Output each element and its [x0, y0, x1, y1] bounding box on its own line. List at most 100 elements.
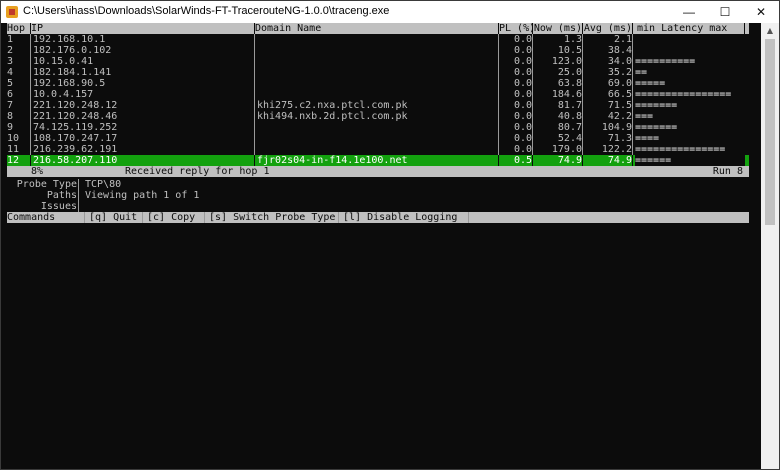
table-row[interactable]: 2 182.176.0.102 0.0 10.5 38.4 [7, 45, 749, 56]
cell-bar: ======= [635, 122, 678, 133]
commands-label: Commands [7, 212, 85, 223]
scrollbar-thumb[interactable] [765, 39, 775, 225]
cell-pl: 0.0 [499, 45, 533, 56]
cell-avg: 38.4 [583, 45, 633, 56]
cell-now: 52.4 [533, 133, 583, 144]
header-avg: Avg (ms) [583, 23, 633, 34]
cell-bar: ================ [635, 89, 732, 100]
cell-bar: ========== [635, 56, 696, 67]
switch-probe-command[interactable]: [s] Switch Probe Type [205, 212, 339, 223]
maximize-button[interactable]: ☐ [707, 1, 743, 23]
cell-pl: 0.0 [499, 100, 533, 111]
quit-command[interactable]: [q] Quit [85, 212, 143, 223]
table-row-selected[interactable]: 12 216.58.207.110 fjr02s04-in-f14.1e100.… [7, 155, 749, 166]
cell-ip: 192.168.10.1 [31, 34, 255, 45]
info-issues: Issues [7, 201, 749, 212]
cell-ip: 10.15.0.41 [31, 56, 255, 67]
cell-domain: fjr02s04-in-f14.1e100.net [255, 155, 499, 166]
cell-now: 74.9 [533, 155, 583, 166]
cell-bar: ======= [635, 100, 678, 111]
cell-now: 184.6 [533, 89, 583, 100]
info-divider [77, 179, 79, 190]
cell-pl: 0.0 [499, 111, 533, 122]
cell-pl: 0.0 [499, 144, 533, 155]
close-button[interactable]: ✕ [743, 1, 779, 23]
cell-domain [255, 144, 499, 155]
cell-avg: 66.5 [583, 89, 633, 100]
status-message: Received reply for hop 1 [125, 166, 270, 177]
window-title: C:\Users\ihass\Downloads\SolarWinds-FT-T… [23, 5, 390, 17]
copy-command[interactable]: [c] Copy [143, 212, 205, 223]
cell-now: 10.5 [533, 45, 583, 56]
table-row[interactable]: 10 108.170.247.17 0.0 52.4 71.3 ==== [7, 133, 749, 144]
table-row[interactable]: 4 182.184.1.141 0.0 25.0 35.2 == [7, 67, 749, 78]
cell-hop: 7 [7, 100, 31, 111]
cell-avg: 69.0 [583, 78, 633, 89]
cell-now: 63.8 [533, 78, 583, 89]
scroll-up-arrow-icon[interactable]: ▲ [761, 23, 779, 39]
cell-hop: 5 [7, 78, 31, 89]
cell-ip: 216.58.207.110 [31, 155, 255, 166]
cell-latency-bar: ====== [635, 155, 745, 166]
cell-pl: 0.0 [499, 133, 533, 144]
app-icon [6, 6, 18, 18]
cell-bar [635, 45, 745, 56]
cell-avg: 71.3 [583, 133, 633, 144]
cell-domain [255, 89, 499, 100]
cell-hop: 12 [7, 155, 31, 166]
header-pl: PL (%) [499, 23, 533, 34]
header-latency: min Latency max [633, 23, 745, 34]
console-window: C:\Users\ihass\Downloads\SolarWinds-FT-T… [0, 0, 780, 470]
table-row[interactable]: 11 216.239.62.191 0.0 179.0 122.2 ===========… [7, 144, 749, 155]
table-row[interactable]: 3 10.15.0.41 0.0 123.0 34.0 ========== [7, 56, 749, 67]
title-bar[interactable]: C:\Users\ihass\Downloads\SolarWinds-FT-T… [1, 1, 779, 23]
cell-avg: 2.1 [583, 34, 633, 45]
cell-pl: 0.0 [499, 56, 533, 67]
cell-avg: 104.9 [583, 122, 633, 133]
cell-avg: 35.2 [583, 67, 633, 78]
command-bar: Commands [q] Quit [c] Copy [s] Switch Pr… [7, 212, 749, 223]
cell-hop: 3 [7, 56, 31, 67]
cell-domain: khi494.nxb.2d.ptcl.com.pk [255, 111, 499, 122]
cell-domain [255, 122, 499, 133]
cell-domain [255, 45, 499, 56]
table-row[interactable]: 7 221.120.248.12 khi275.c2.nxa.ptcl.com.pk… [7, 100, 749, 111]
cell-ip: 182.176.0.102 [31, 45, 255, 56]
cell-hop: 4 [7, 67, 31, 78]
console-output: Hop IP Domain Name PL (%) Now (ms) Avg (… [7, 23, 757, 465]
table-row[interactable]: 8 221.120.248.46 khi494.nxb.2d.ptcl.com.pk… [7, 111, 749, 122]
cell-domain [255, 133, 499, 144]
probe-type-label: Probe Type [16, 179, 77, 190]
table-row[interactable]: 6 10.0.4.157 0.0 184.6 66.5 ================ [7, 89, 749, 100]
cell-pl: 0.0 [499, 67, 533, 78]
paths-label: Paths [46, 190, 77, 201]
progress-percent: 8% [31, 166, 44, 177]
table-row[interactable]: 9 74.125.119.252 0.0 80.7 104.9 ======= [7, 122, 749, 133]
run-counter: Run 8 [712, 166, 743, 177]
cell-avg: 122.2 [583, 144, 633, 155]
cell-now: 81.7 [533, 100, 583, 111]
cell-ip: 221.120.248.46 [31, 111, 255, 122]
cell-hop: 6 [7, 89, 31, 100]
cell-now: 25.0 [533, 67, 583, 78]
cell-hop: 9 [7, 122, 31, 133]
vertical-scrollbar[interactable]: ▲ [761, 23, 779, 469]
cell-bar: ===== [635, 78, 666, 89]
disable-logging-command[interactable]: [l] Disable Logging [339, 212, 469, 223]
cell-hop: 11 [7, 144, 31, 155]
cell-now: 40.8 [533, 111, 583, 122]
cell-ip: 108.170.247.17 [31, 133, 255, 144]
cell-avg: 71.5 [583, 100, 633, 111]
cell-ip: 182.184.1.141 [31, 67, 255, 78]
table-row[interactable]: 1 192.168.10.1 0.0 1.3 2.1 [7, 34, 749, 45]
minimize-button[interactable]: — [671, 1, 707, 23]
cell-domain [255, 78, 499, 89]
table-row[interactable]: 5 192.168.90.5 0.0 63.8 69.0 ===== [7, 78, 749, 89]
cell-ip: 216.239.62.191 [31, 144, 255, 155]
table-header: Hop IP Domain Name PL (%) Now (ms) Avg (… [7, 23, 749, 34]
cell-bar: =============== [635, 144, 726, 155]
cell-pl: 0.0 [499, 78, 533, 89]
cell-pl: 0.5 [499, 155, 533, 166]
cell-pl: 0.0 [499, 89, 533, 100]
header-domain: Domain Name [255, 23, 499, 34]
